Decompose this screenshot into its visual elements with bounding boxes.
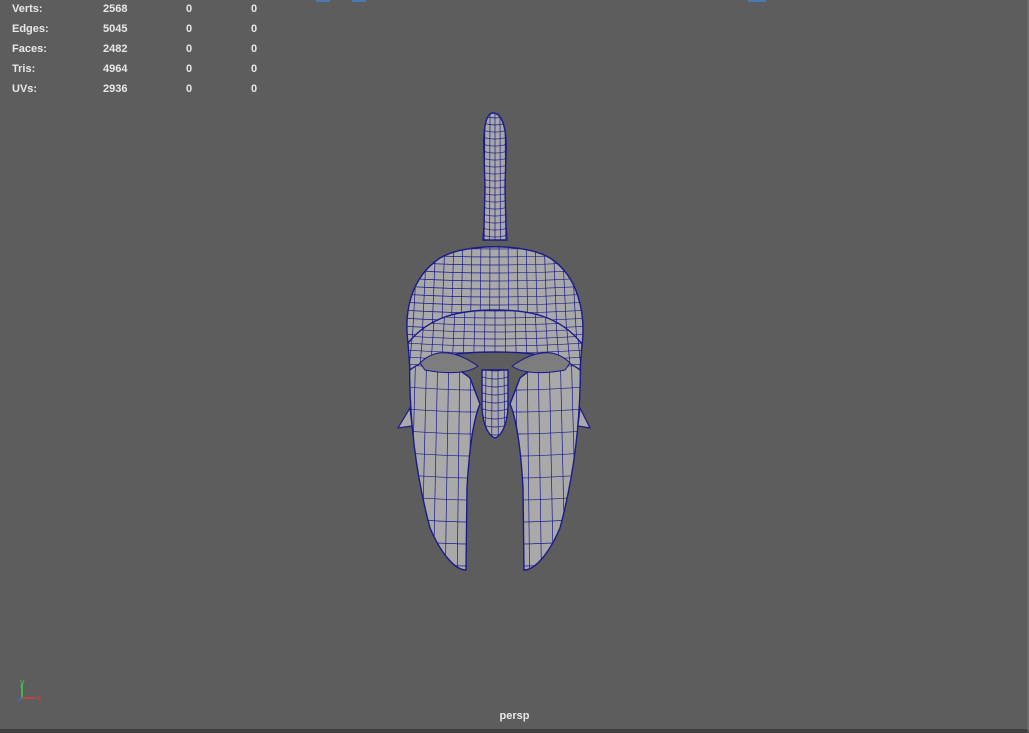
- wire-edge: [582, 343, 589, 573]
- nose-guard: [480, 369, 510, 443]
- hud-selected-uv: 0: [251, 63, 258, 75]
- wire-edge: [409, 562, 481, 567]
- wire-edge: [480, 108, 510, 111]
- hud-count: 2936: [103, 83, 128, 95]
- hud-label: Verts:: [12, 3, 43, 15]
- hud-row-edges: Edges: 5045 0 0: [12, 23, 272, 43]
- hud-selected: 0: [186, 63, 193, 75]
- hud-selected: 0: [186, 83, 193, 95]
- hud-label: Edges:: [12, 23, 49, 35]
- hud-selected: 0: [186, 23, 193, 35]
- x-axis-label: x: [37, 693, 42, 703]
- left-cheek-guard: [398, 343, 481, 573]
- wire-edge: [585, 308, 592, 373]
- hud-selected: 0: [186, 43, 193, 55]
- camera-name-label: persp: [499, 710, 530, 722]
- hud-selected-uv: 0: [251, 43, 258, 55]
- right-cheek-spike: [577, 405, 592, 429]
- hud-label: Tris:: [12, 63, 36, 75]
- wire-edge: [398, 343, 405, 573]
- hud-count: 2568: [103, 3, 128, 15]
- z-axis-line: [17, 697, 23, 702]
- hud-count: 5045: [103, 23, 128, 35]
- viewport-top-marker: [748, 0, 766, 2]
- wire-edge: [510, 562, 581, 567]
- wire-edge: [392, 238, 400, 348]
- hud-label: Faces:: [12, 43, 47, 55]
- persp-viewport[interactable]: Verts: 2568 0 0 Edges: 5045 0 0 Faces: 2…: [0, 0, 1029, 733]
- hud-selected-uv: 0: [251, 23, 258, 35]
- crest-piece: [479, 108, 511, 244]
- wire-edge: [515, 346, 519, 570]
- hud-selected-uv: 0: [251, 83, 258, 95]
- poly-count-hud: Verts: 2568 0 0 Edges: 5045 0 0 Faces: 2…: [12, 3, 272, 103]
- wire-edge: [480, 440, 510, 443]
- viewport-top-marker: [316, 0, 330, 2]
- viewport-top-marker: [352, 0, 366, 2]
- hud-row-verts: Verts: 2568 0 0: [12, 3, 272, 23]
- hud-count: 2482: [103, 43, 128, 55]
- wire-edge: [479, 108, 480, 243]
- hud-selected-uv: 0: [251, 3, 258, 15]
- wireframe-shaded-mesh: [392, 108, 597, 573]
- hud-row-tris: Tris: 4964 0 0: [12, 63, 272, 83]
- hud-row-uvs: UVs: 2936 0 0: [12, 83, 272, 103]
- wire-edge: [480, 241, 510, 244]
- helmet-mesh[interactable]: [390, 108, 600, 578]
- wire-edge: [589, 238, 597, 348]
- y-axis-label: y: [20, 677, 25, 687]
- axis-gizmo: y x: [17, 677, 42, 703]
- wire-edge: [510, 108, 511, 243]
- wire-edge: [398, 308, 405, 373]
- left-cheek-spike: [396, 406, 413, 429]
- hud-row-faces: Faces: 2482 0 0: [12, 43, 272, 63]
- hud-selected: 0: [186, 3, 193, 15]
- right-cheek-guard: [509, 343, 589, 573]
- hud-count: 4964: [103, 63, 128, 75]
- hud-label: UVs:: [12, 83, 38, 95]
